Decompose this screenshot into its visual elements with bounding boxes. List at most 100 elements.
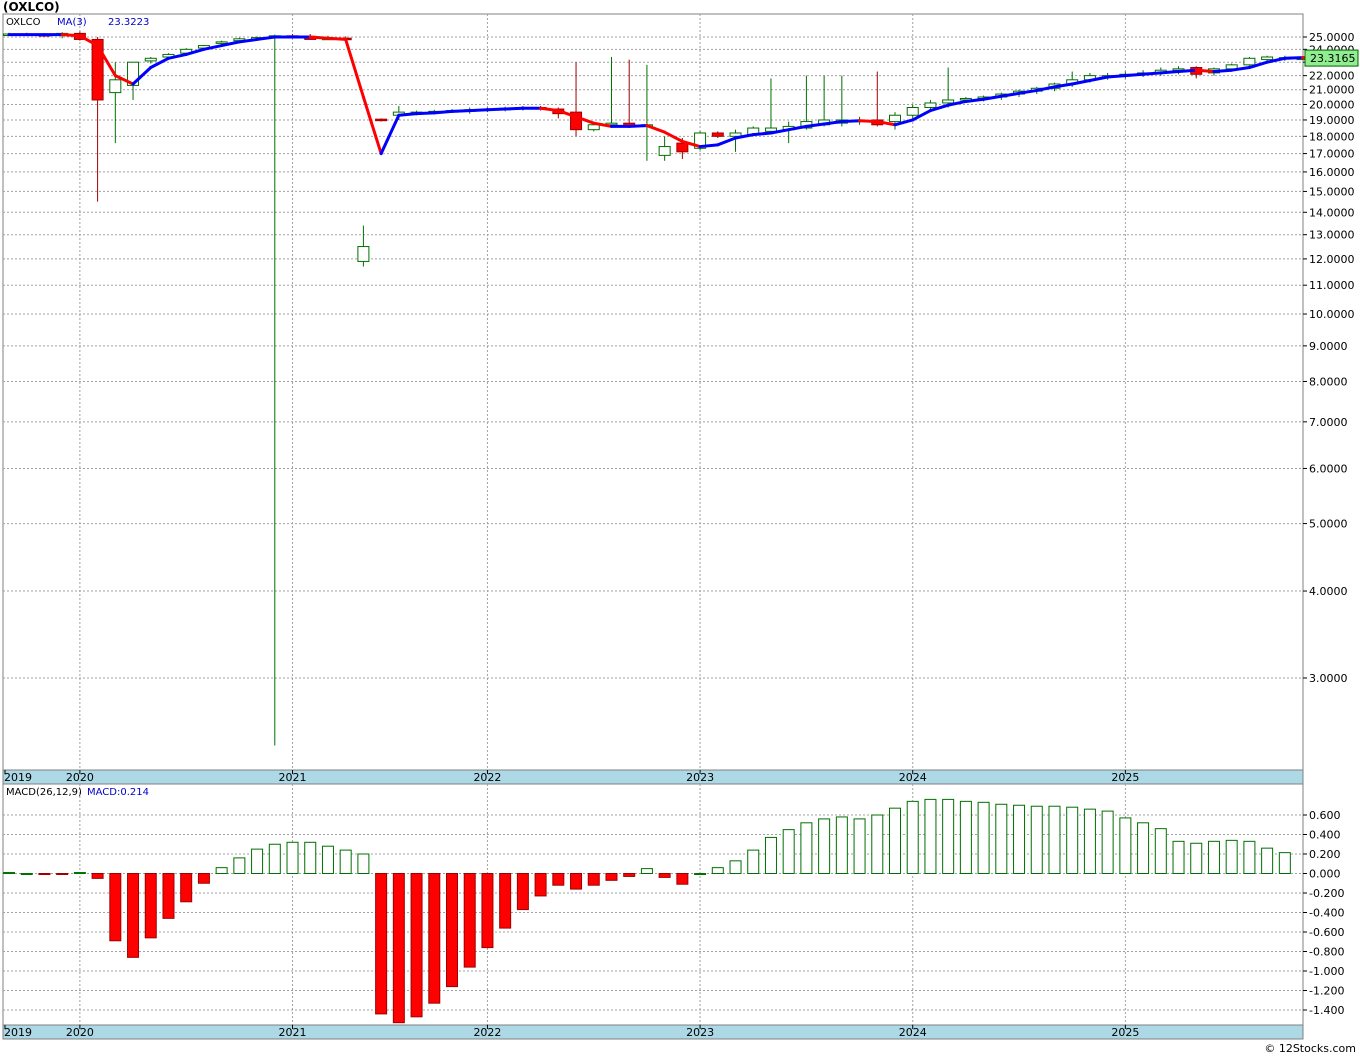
macd-panel: 0.600 0.400 0.200 0.000 -0.200 -0.400 -0.600 -0… bbox=[2, 783, 1344, 1040]
ma-segment bbox=[308, 35, 330, 40]
macd-bar bbox=[1048, 805, 1061, 874]
macd-bar bbox=[640, 868, 653, 874]
price-panel: 25.000024.000023.000022.000021.000020.00… bbox=[2, 13, 1359, 785]
macd-bar bbox=[853, 818, 866, 875]
price-tick-label: 4.0000 bbox=[1309, 585, 1348, 598]
macd-bar bbox=[392, 873, 405, 1024]
macd-tick-label: 0.000 bbox=[1309, 868, 1341, 881]
macd-bar bbox=[534, 873, 547, 897]
macd-bar bbox=[109, 873, 122, 942]
macd-bar bbox=[180, 873, 193, 903]
macd-tick-label: -0.800 bbox=[1309, 946, 1344, 959]
candle-body bbox=[676, 142, 689, 153]
macd-tick-label: -1.200 bbox=[1309, 985, 1344, 998]
macd-bar bbox=[1190, 842, 1203, 875]
price-tick-label: 13.0000 bbox=[1309, 229, 1355, 242]
macd-bar bbox=[1066, 806, 1079, 875]
macd-bar bbox=[782, 829, 795, 874]
macd-bar bbox=[1030, 805, 1043, 874]
macd-bar bbox=[499, 873, 512, 929]
macd-bar bbox=[321, 845, 334, 875]
x-tick-label: 2025 bbox=[1111, 1026, 1139, 1039]
ma-segment bbox=[503, 106, 525, 111]
macd-tick-label: -0.600 bbox=[1309, 926, 1344, 939]
macd-bar bbox=[924, 798, 937, 875]
macd-bar bbox=[906, 800, 919, 874]
candle-body bbox=[215, 41, 228, 44]
price-tick-label: 8.0000 bbox=[1309, 375, 1348, 388]
candle-body bbox=[924, 102, 937, 108]
macd-bar bbox=[268, 843, 281, 874]
macd-bar bbox=[711, 867, 724, 875]
price-tick-label: 17.0000 bbox=[1309, 148, 1355, 161]
macd-bar bbox=[835, 816, 848, 875]
macd-bar bbox=[446, 873, 458, 988]
macd-tick-label: -1.000 bbox=[1309, 965, 1344, 978]
price-tick-label: 3.0000 bbox=[1309, 672, 1348, 685]
macd-bar bbox=[729, 860, 742, 875]
x-tick-label: 2021 bbox=[279, 1026, 307, 1039]
x-tick-label: 2020 bbox=[66, 1026, 94, 1039]
legend-ma-value: 23.3223 bbox=[108, 17, 149, 28]
ma-segment bbox=[840, 119, 862, 124]
candle bbox=[375, 118, 388, 122]
macd-tick-label: -1.400 bbox=[1309, 1004, 1344, 1017]
macd-bar bbox=[1154, 828, 1167, 875]
ma-segment bbox=[397, 112, 419, 117]
candle-body bbox=[109, 79, 122, 94]
macd-bar bbox=[1207, 840, 1220, 875]
macd-bar bbox=[339, 849, 352, 874]
macd-bar bbox=[197, 873, 210, 884]
macd-bar bbox=[1225, 839, 1238, 874]
macd-bar bbox=[410, 873, 423, 1018]
last-price-label: 23.3165 bbox=[1310, 52, 1356, 65]
price-tick-label: 22.0000 bbox=[1309, 70, 1355, 83]
macd-bar bbox=[481, 873, 494, 949]
ma-segment bbox=[627, 124, 649, 128]
price-tick-label: 20.0000 bbox=[1309, 98, 1355, 111]
price-tick-label: 7.0000 bbox=[1309, 416, 1348, 429]
macd-bar bbox=[959, 800, 972, 874]
candle-body bbox=[906, 106, 919, 116]
legend-ma-label: MA(3) bbox=[57, 17, 87, 28]
macd-bar bbox=[251, 848, 264, 874]
ma-segment bbox=[1141, 71, 1163, 76]
macd-bar bbox=[233, 857, 246, 875]
ma-segment bbox=[1283, 56, 1305, 60]
macd-bar bbox=[463, 873, 476, 968]
candle-body bbox=[658, 146, 671, 156]
price-tick-label: 5.0000 bbox=[1309, 518, 1348, 531]
ma-segment bbox=[326, 36, 348, 41]
macd-bar bbox=[3, 872, 15, 875]
macd-bar bbox=[889, 807, 901, 874]
macd-bar bbox=[286, 841, 299, 874]
macd-bar bbox=[818, 818, 831, 875]
macd-bar bbox=[1137, 822, 1150, 874]
candle-body bbox=[1261, 56, 1274, 61]
macd-bar bbox=[1243, 840, 1256, 875]
candle-body bbox=[375, 118, 388, 122]
macd-tick-label: 0.600 bbox=[1309, 809, 1341, 822]
x-tick-label: 2023 bbox=[686, 771, 714, 784]
macd-bar bbox=[570, 873, 583, 890]
macd-bar bbox=[127, 873, 140, 958]
ma-segment bbox=[432, 109, 454, 115]
macd-bar bbox=[587, 873, 600, 886]
price-tick-label: 14.0000 bbox=[1309, 206, 1355, 219]
ma-segment bbox=[1106, 74, 1127, 79]
macd-bar bbox=[676, 873, 689, 885]
x-tick-label: 2024 bbox=[899, 771, 927, 784]
watermark: © 12Stocks.com bbox=[1264, 1042, 1356, 1055]
x-axis-band bbox=[2, 1024, 1304, 1040]
macd-bar bbox=[1013, 804, 1026, 874]
price-tick-label: 11.0000 bbox=[1309, 279, 1355, 292]
x-tick-label: 2024 bbox=[899, 1026, 927, 1039]
macd-bar bbox=[977, 801, 990, 875]
macd-bar bbox=[215, 867, 228, 875]
ma-segment bbox=[450, 109, 472, 113]
candle-body bbox=[144, 57, 157, 62]
macd-bar bbox=[1278, 852, 1291, 875]
macd-bar bbox=[694, 873, 707, 875]
price-tick-label: 6.0000 bbox=[1309, 462, 1348, 475]
price-tick-label: 16.0000 bbox=[1309, 166, 1355, 179]
